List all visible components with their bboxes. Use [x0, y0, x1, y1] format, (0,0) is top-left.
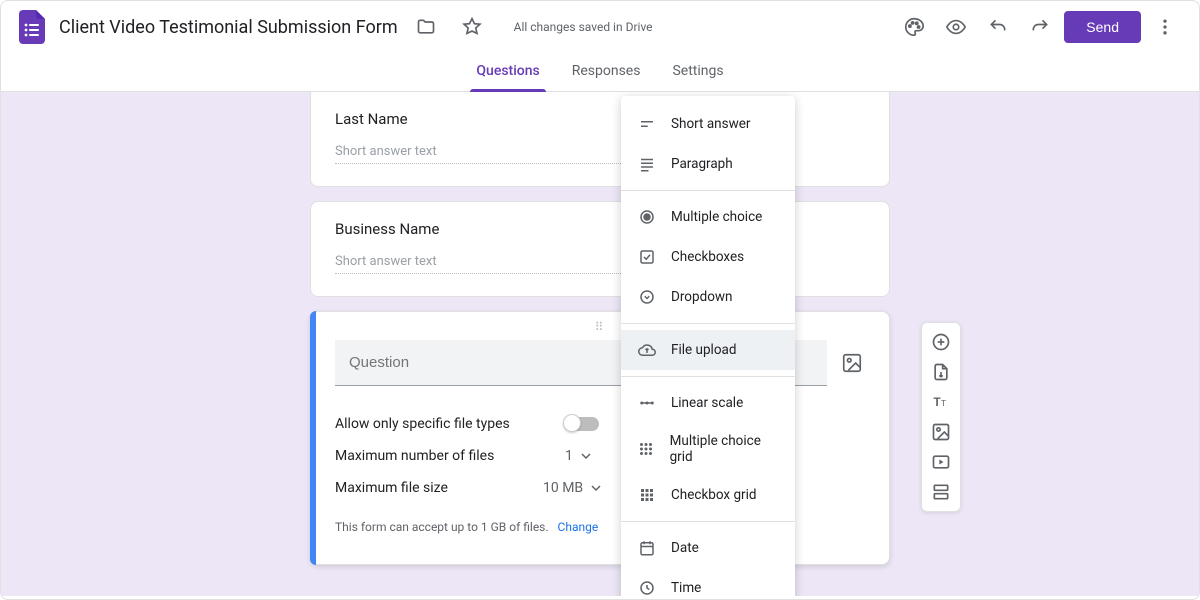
type-option-label: Paragraph: [671, 156, 733, 172]
short-answer-placeholder: Short answer text: [335, 254, 627, 274]
menu-separator: [621, 323, 795, 324]
type-option-label: Date: [671, 540, 699, 556]
type-option-cb-grid[interactable]: Checkbox grid: [621, 475, 795, 515]
forms-logo-icon[interactable]: [17, 7, 47, 47]
max-size-select[interactable]: 10 MB: [543, 480, 601, 496]
type-option-time[interactable]: Time: [621, 568, 795, 596]
max-size-label: Maximum file size: [335, 480, 565, 496]
question-card[interactable]: Last Name Short answer text: [310, 92, 890, 187]
chevron-down-icon: [591, 483, 601, 493]
question-type-dropdown: Short answer Paragraph Multiple choice C…: [621, 96, 795, 596]
floating-toolbar: TT: [921, 322, 961, 512]
tab-settings[interactable]: Settings: [670, 53, 725, 91]
chevron-down-icon: [581, 451, 591, 461]
type-option-label: Checkbox grid: [671, 487, 757, 503]
dropdown-icon: [637, 287, 657, 307]
allow-specific-types-toggle[interactable]: [565, 417, 599, 431]
type-option-label: Short answer: [671, 116, 750, 132]
send-button[interactable]: Send: [1064, 11, 1141, 43]
menu-separator: [621, 190, 795, 191]
add-image-to-question-icon[interactable]: [841, 352, 865, 376]
type-option-checkboxes[interactable]: Checkboxes: [621, 237, 795, 277]
type-option-label: Dropdown: [671, 289, 733, 305]
more-menu-icon[interactable]: [1147, 9, 1183, 45]
paragraph-icon: [637, 154, 657, 174]
type-option-short-answer[interactable]: Short answer: [621, 104, 795, 144]
type-option-label: Multiple choice grid: [670, 433, 779, 465]
add-question-button[interactable]: [926, 327, 956, 357]
max-files-value: 1: [565, 448, 573, 464]
type-option-label: File upload: [671, 342, 737, 358]
type-option-mc-grid[interactable]: Multiple choice grid: [621, 423, 795, 475]
radio-icon: [637, 207, 657, 227]
date-icon: [637, 538, 657, 558]
allow-specific-types-label: Allow only specific file types: [335, 416, 565, 432]
tab-questions[interactable]: Questions: [474, 53, 541, 91]
app-window: Client Video Testimonial Submission Form…: [0, 0, 1200, 600]
type-option-date[interactable]: Date: [621, 528, 795, 568]
linear-scale-icon: [637, 393, 657, 413]
type-option-label: Time: [671, 580, 701, 596]
max-files-label: Maximum number of files: [335, 448, 565, 464]
app-header: Client Video Testimonial Submission Form…: [1, 1, 1199, 53]
save-status: All changes saved in Drive: [514, 20, 653, 34]
svg-text:T: T: [941, 398, 946, 408]
max-size-value: 10 MB: [543, 480, 583, 496]
redo-icon[interactable]: [1022, 9, 1058, 45]
type-option-linear-scale[interactable]: Linear scale: [621, 383, 795, 423]
question-card-active[interactable]: ⠿ Allow only specific file types: [310, 311, 890, 565]
max-files-select[interactable]: 1: [565, 448, 591, 464]
editor-tabs: Questions Responses Settings: [1, 53, 1199, 92]
tab-responses[interactable]: Responses: [570, 53, 643, 91]
form-canvas: Last Name Short answer text Business Nam…: [1, 92, 1199, 596]
svg-text:T: T: [934, 396, 941, 409]
form-title[interactable]: Client Video Testimonial Submission Form: [59, 17, 398, 38]
short-answer-placeholder: Short answer text: [335, 144, 627, 164]
time-icon: [637, 578, 657, 596]
active-indicator: [310, 311, 316, 565]
checkbox-icon: [637, 247, 657, 267]
type-option-multiple-choice[interactable]: Multiple choice: [621, 197, 795, 237]
file-upload-icon: [637, 340, 657, 360]
menu-separator: [621, 521, 795, 522]
preview-icon[interactable]: [938, 9, 974, 45]
type-option-paragraph[interactable]: Paragraph: [621, 144, 795, 184]
move-to-folder-icon[interactable]: [408, 9, 444, 45]
type-option-label: Checkboxes: [671, 249, 744, 265]
add-section-button[interactable]: [926, 477, 956, 507]
import-questions-button[interactable]: [926, 357, 956, 387]
type-option-dropdown[interactable]: Dropdown: [621, 277, 795, 317]
grid-radio-icon: [637, 439, 656, 459]
undo-icon[interactable]: [980, 9, 1016, 45]
customize-theme-icon[interactable]: [896, 9, 932, 45]
short-answer-icon: [637, 114, 657, 134]
type-option-file-upload[interactable]: File upload: [621, 330, 795, 370]
add-title-button[interactable]: TT: [926, 387, 956, 417]
type-option-label: Linear scale: [671, 395, 743, 411]
star-icon[interactable]: [454, 9, 490, 45]
type-option-label: Multiple choice: [671, 209, 762, 225]
change-storage-link[interactable]: Change: [558, 520, 599, 534]
grid-check-icon: [637, 485, 657, 505]
add-video-button[interactable]: [926, 447, 956, 477]
question-card[interactable]: Business Name Short answer text: [310, 201, 890, 297]
menu-separator: [621, 376, 795, 377]
add-image-button[interactable]: [926, 417, 956, 447]
